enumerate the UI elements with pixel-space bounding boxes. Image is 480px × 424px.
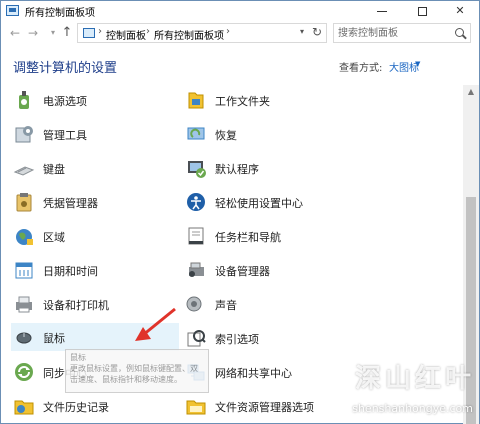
address-bar[interactable]: › 控制面板 › 所有控制面板项 › ▾ ↻ (77, 23, 327, 43)
control-panel-window: 所有控制面板项 ✕ ← → ▾ ↑ › 控制面板 › 所有控制面板项 › ▾ ↻… (0, 0, 480, 424)
breadcrumb-separator[interactable]: › (98, 26, 102, 37)
control-panel-icon (6, 5, 19, 16)
maximize-button[interactable] (405, 1, 439, 21)
close-icon: ✕ (455, 4, 465, 17)
refresh-icon[interactable]: ↻ (312, 25, 322, 39)
breadcrumb-separator[interactable]: › (226, 26, 230, 37)
watermark: 深山红叶 (354, 364, 475, 394)
breadcrumb-separator[interactable]: › (146, 26, 150, 37)
minimize-icon (377, 10, 387, 12)
title-bar[interactable]: 所有控制面板项 ✕ (1, 1, 479, 21)
watermark-url: shenshanhongye.com (352, 402, 473, 415)
window-title: 所有控制面板项 (25, 8, 95, 19)
minimize-button[interactable] (365, 1, 399, 21)
search-box[interactable] (333, 23, 471, 43)
control-panel-icon (83, 28, 95, 38)
navigation-bar: ← → ▾ ↑ › 控制面板 › 所有控制面板项 › ▾ ↻ (1, 21, 479, 45)
back-button[interactable]: ← (7, 25, 23, 41)
close-button[interactable]: ✕ (443, 1, 477, 21)
search-input[interactable] (338, 25, 448, 41)
breadcrumb-control-panel[interactable]: 控制面板 (106, 27, 146, 42)
address-dropdown-icon[interactable]: ▾ (300, 27, 304, 36)
search-icon[interactable] (455, 28, 464, 37)
forward-button[interactable]: → (25, 25, 41, 41)
breadcrumb-all-items[interactable]: 所有控制面板项 (154, 27, 224, 42)
up-button[interactable]: ↑ (59, 25, 75, 41)
maximize-icon (417, 6, 427, 16)
